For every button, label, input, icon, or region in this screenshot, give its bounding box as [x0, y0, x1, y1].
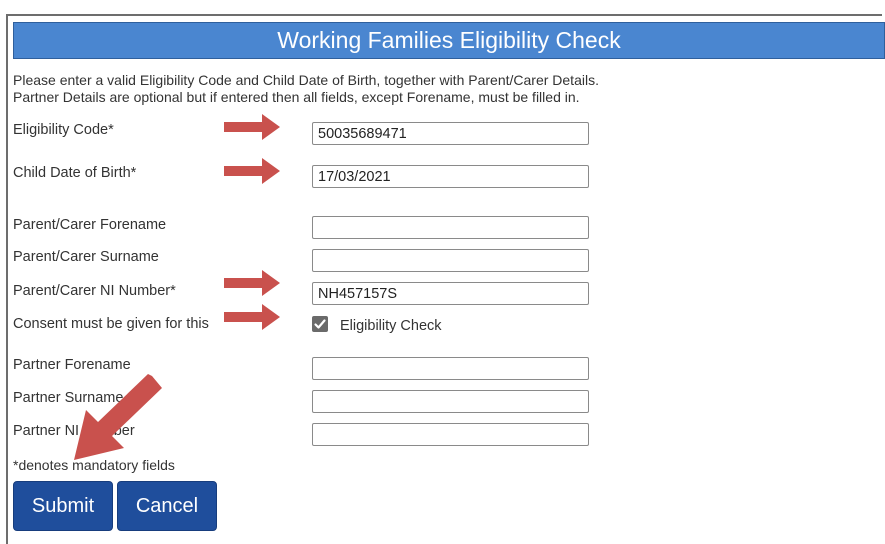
parent-ni-input[interactable] [312, 282, 589, 305]
annotation-arrow-icon [224, 270, 280, 296]
consent-label: Consent must be given for this [13, 316, 209, 332]
cancel-button[interactable]: Cancel [117, 481, 217, 531]
parent-surname-label: Parent/Carer Surname [13, 249, 159, 265]
eligibility-code-label: Eligibility Code* [13, 122, 114, 138]
parent-surname-input[interactable] [312, 249, 589, 272]
partner-surname-input[interactable] [312, 390, 589, 413]
annotation-arrow-icon [224, 158, 280, 184]
submit-button[interactable]: Submit [13, 481, 113, 531]
annotation-diagonal-arrow-icon [74, 374, 162, 460]
eligibility-code-input[interactable] [312, 122, 589, 145]
partner-ni-input[interactable] [312, 423, 589, 446]
child-dob-input[interactable] [312, 165, 589, 188]
checkmark-icon [314, 319, 326, 329]
intro-line-1: Please enter a valid Eligibility Code an… [13, 72, 599, 88]
child-dob-label: Child Date of Birth* [13, 165, 137, 181]
parent-forename-input[interactable] [312, 216, 589, 239]
annotation-arrow-icon [224, 114, 280, 140]
intro-text: Please enter a valid Eligibility Code an… [13, 72, 599, 106]
parent-forename-label: Parent/Carer Forename [13, 217, 167, 233]
consent-checkbox[interactable] [312, 316, 328, 332]
intro-line-2: Partner Details are optional but if ente… [13, 89, 580, 105]
annotation-arrow-icon [224, 304, 280, 330]
partner-forename-input[interactable] [312, 357, 589, 380]
page-title: Working Families Eligibility Check [13, 22, 885, 59]
consent-checkbox-label[interactable]: Eligibility Check [340, 318, 442, 334]
parent-ni-label: Parent/Carer NI Number* [13, 283, 176, 299]
